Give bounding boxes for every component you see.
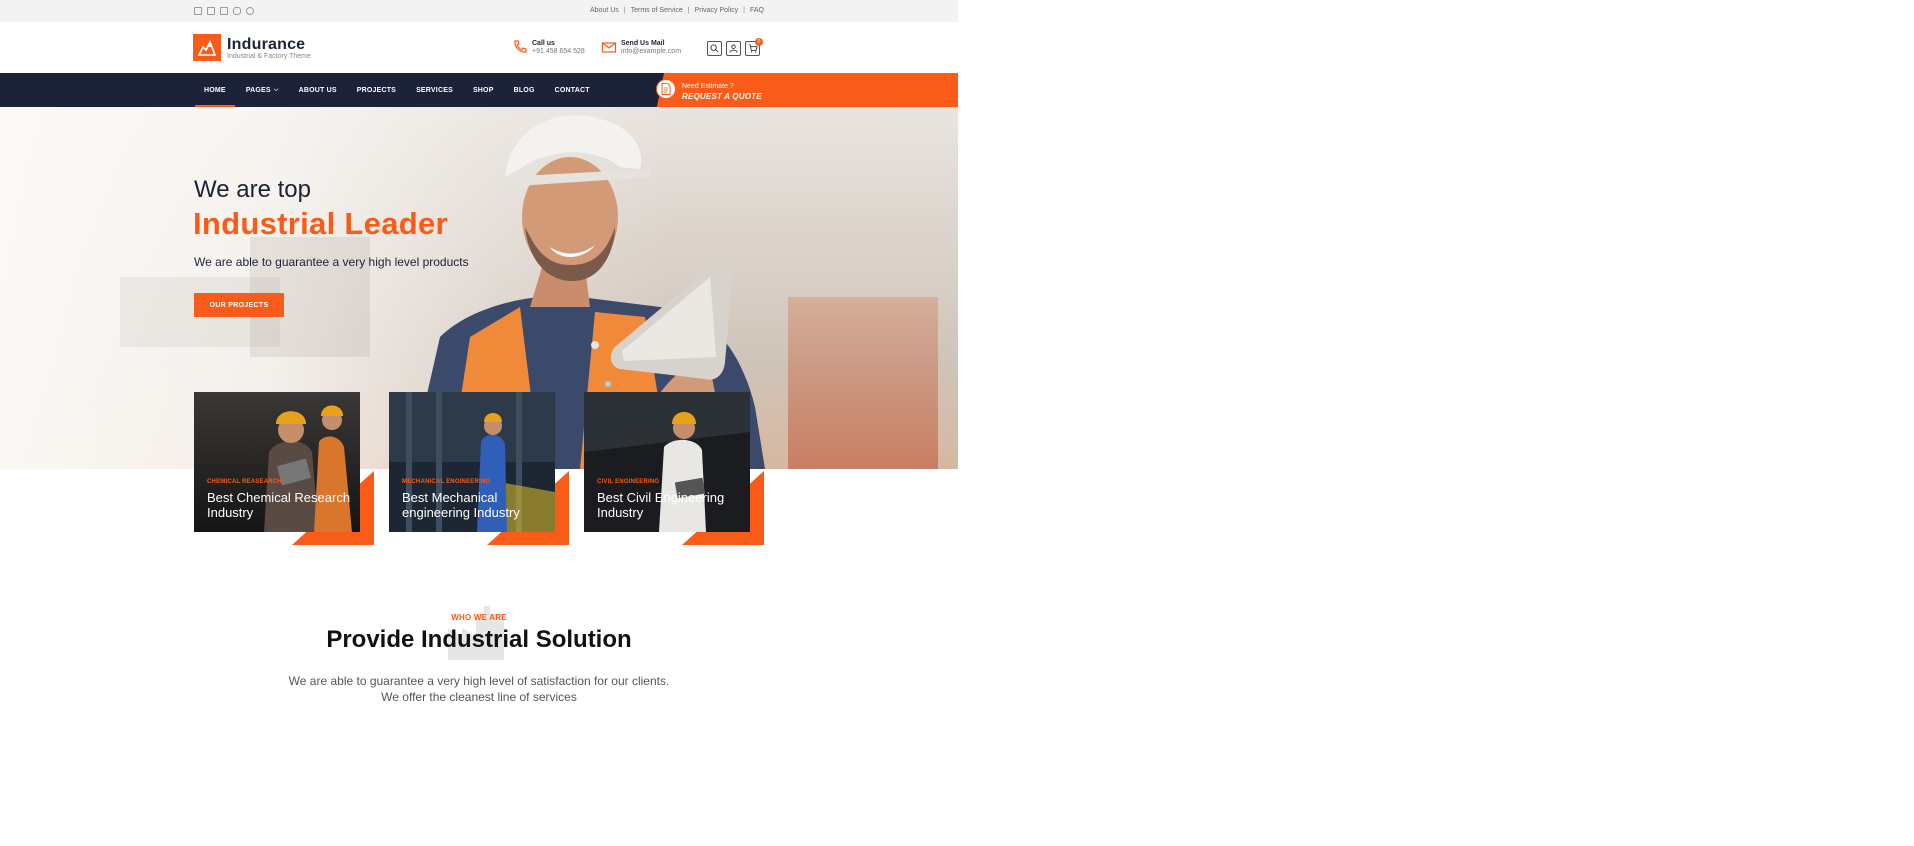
top-bar: About Us | Terms of Service | Privacy Po…	[0, 0, 958, 22]
top-links: About Us | Terms of Service | Privacy Po…	[590, 7, 764, 14]
nav-shop[interactable]: SHOP	[463, 73, 504, 107]
brand-tagline: Industrial & Factory Theme	[227, 52, 311, 60]
brand-name: Indurance	[227, 35, 306, 53]
facebook-icon[interactable]	[194, 7, 202, 15]
privacy-link[interactable]: Privacy Policy	[695, 7, 739, 14]
call-label: Call us	[532, 39, 555, 47]
section-kicker: WHO WE ARE	[451, 613, 507, 622]
nav-pages[interactable]: PAGES ⌵	[236, 73, 289, 107]
pinterest-icon[interactable]	[246, 7, 254, 15]
mail-label: Send Us Mail	[621, 39, 665, 47]
twitter-icon[interactable]	[207, 7, 215, 15]
request-quote-link[interactable]: REQUEST A QUOTE	[682, 92, 762, 101]
terms-link[interactable]: Terms of Service	[631, 7, 683, 14]
mail-icon	[601, 42, 617, 53]
email-address: info@example.com	[621, 47, 682, 55]
our-projects-button[interactable]: OUR PROJECTS	[194, 293, 284, 317]
card-title[interactable]: Best Mechanical engineering Industry	[402, 490, 552, 520]
header: Indurance Industrial & Factory Theme Cal…	[0, 22, 958, 73]
linkedin-icon[interactable]	[220, 7, 228, 15]
search-icon	[710, 44, 719, 53]
card-category: MECHANICAL ENGINEERING	[402, 479, 491, 485]
cart-button[interactable]: 0	[745, 38, 763, 56]
nav-contact[interactable]: CONTACT	[545, 73, 600, 107]
search-button[interactable]	[707, 41, 722, 56]
divider: |	[743, 7, 745, 14]
section-description: We are able to guarantee a very high lev…	[0, 673, 958, 705]
description-line: We are able to guarantee a very high lev…	[288, 674, 670, 688]
site-logo[interactable]: Indurance Industrial & Factory Theme	[193, 34, 311, 61]
nav-home[interactable]: HOME	[194, 73, 236, 107]
nav-pages-label: PAGES	[245, 86, 271, 94]
faq-link[interactable]: FAQ	[750, 7, 764, 14]
nav-about-us[interactable]: ABOUT US	[289, 73, 347, 107]
user-icon	[729, 44, 738, 53]
card-title[interactable]: Best Civil Engineering Industry	[597, 490, 747, 520]
nav-services[interactable]: SERVICES	[406, 73, 463, 107]
divider: |	[623, 7, 626, 14]
nav-blog[interactable]: BLOG	[504, 73, 545, 107]
logo-icon	[193, 34, 221, 61]
description-line: We offer the cleanest line of services	[381, 690, 577, 704]
hero-heading-line1: We are top	[194, 176, 311, 203]
section-title: Provide Industrial Solution	[326, 626, 632, 653]
hero-subtitle: We are able to guarantee a very high lev…	[194, 255, 469, 269]
quote-prompt: Need Estimate ?	[682, 83, 734, 90]
phone-icon	[514, 40, 527, 53]
divider: |	[687, 7, 690, 14]
nav-projects[interactable]: PROJECTS	[347, 73, 406, 107]
header-actions: 0	[707, 38, 763, 56]
about-us-link[interactable]: About Us	[590, 7, 619, 14]
instagram-icon[interactable]	[233, 7, 241, 15]
card-title[interactable]: Best Chemical Research Industry	[207, 490, 357, 520]
phone-number: +91 458 654 528	[532, 47, 585, 55]
document-icon	[661, 83, 671, 95]
service-card[interactable]: CIVIL ENGINEERING Best Civil Engineering…	[584, 392, 764, 545]
service-card[interactable]: CHEMICAL REASEARCH Best Chemical Researc…	[194, 392, 374, 545]
hero-heading-line2: Industrial Leader	[193, 206, 448, 241]
account-button[interactable]	[726, 41, 741, 56]
chevron-down-icon: ⌵	[273, 86, 279, 93]
cart-count-badge: 0	[755, 38, 763, 46]
service-card[interactable]: MECHANICAL ENGINEERING Best Mechanical e…	[389, 392, 569, 545]
website-page: About Us | Terms of Service | Privacy Po…	[0, 0, 958, 846]
card-category: CHEMICAL REASEARCH	[207, 479, 282, 485]
quote-badge	[656, 79, 676, 99]
card-category: CIVIL ENGINEERING	[597, 479, 660, 485]
mail-contact[interactable]: Send Us Mail info@example.com	[601, 39, 681, 55]
call-contact[interactable]: Call us +91 458 654 528	[512, 39, 585, 55]
social-links	[194, 7, 254, 15]
